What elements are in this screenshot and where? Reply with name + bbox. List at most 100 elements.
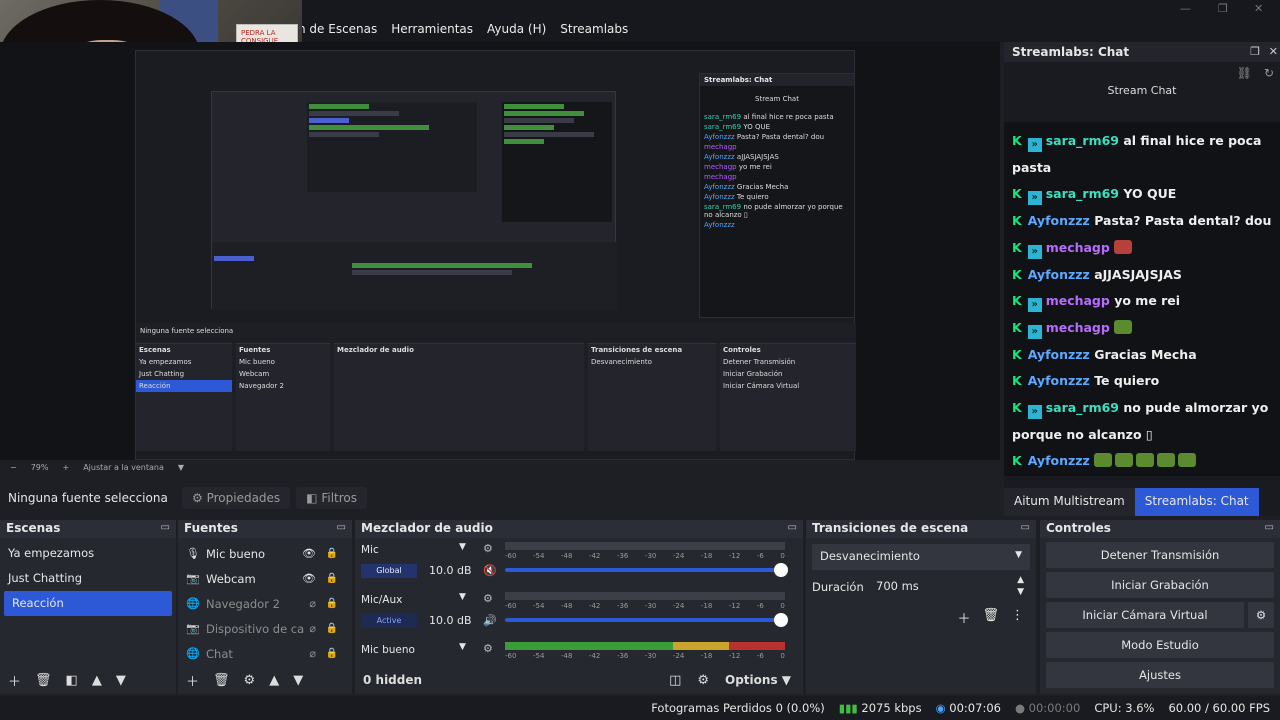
lock-icon[interactable]: 🔒 bbox=[326, 573, 338, 584]
dock-float-icon[interactable]: ▭ bbox=[161, 522, 170, 533]
start-virtual-camera-button[interactable]: Iniciar Cámara Virtual bbox=[1046, 602, 1244, 628]
menu-streamlabs[interactable]: Streamlabs bbox=[560, 22, 628, 36]
preview-canvas[interactable]: Streamlabs: Chat Stream Chat sara_rm69 a… bbox=[135, 50, 856, 460]
filters-button[interactable]: ◧ Filtros bbox=[296, 487, 367, 509]
chat-username[interactable]: sara_rm69 bbox=[1046, 133, 1119, 148]
float-dock-icon[interactable]: ❐ bbox=[1250, 45, 1260, 58]
zoom-minus-icon[interactable]: − bbox=[10, 463, 17, 472]
link-icon[interactable]: ⛓ bbox=[1237, 66, 1252, 80]
lock-icon[interactable]: 🔒 bbox=[326, 548, 338, 559]
close-dock-icon[interactable]: ✕ bbox=[1269, 45, 1278, 58]
source-item[interactable]: 📷 Webcam 👁 🔒 bbox=[178, 566, 352, 591]
add-icon[interactable]: ＋ bbox=[957, 608, 970, 627]
tick-label: -24 bbox=[672, 602, 685, 610]
volume-slider[interactable] bbox=[505, 563, 788, 577]
menu-tools[interactable]: Herramientas bbox=[391, 22, 473, 36]
virtual-camera-settings-icon[interactable]: ⚙ bbox=[1248, 602, 1274, 628]
add-icon[interactable]: ＋ bbox=[186, 671, 199, 690]
properties-button[interactable]: ⚙ Propiedades bbox=[182, 487, 291, 509]
volume-slider[interactable] bbox=[505, 613, 788, 627]
chat-username[interactable]: mechagp bbox=[1046, 240, 1110, 255]
source-item[interactable]: 📷 Dispositivo de ca ⌀ 🔒 bbox=[178, 616, 352, 641]
source-item[interactable]: 🌐 Navegador 2 ⌀ 🔒 bbox=[178, 591, 352, 616]
eye-hidden-icon[interactable]: ⌀ bbox=[309, 622, 316, 635]
source-item[interactable]: 🌐 Chat ⌀ 🔒 bbox=[178, 641, 352, 666]
chat-message: K » mechagp yo me rei bbox=[1012, 288, 1272, 315]
zoom-dropdown-icon[interactable]: ▼ bbox=[178, 463, 184, 472]
dock-float-icon[interactable]: ▭ bbox=[788, 522, 797, 533]
arrow-down-icon[interactable]: ▼ bbox=[116, 673, 126, 688]
lock-icon[interactable]: 🔒 bbox=[326, 648, 338, 659]
close-window-icon[interactable]: ✕ bbox=[1254, 2, 1263, 15]
menu-help[interactable]: Ayuda (H) bbox=[487, 22, 546, 36]
chat-username[interactable]: sara_rm69 bbox=[1046, 186, 1119, 201]
chat-username[interactable]: Ayfonzzz bbox=[1028, 267, 1090, 282]
speaker-icon[interactable]: 🔊 bbox=[483, 614, 497, 627]
scene-item-selected[interactable]: Reacción bbox=[4, 591, 172, 616]
eye-hidden-icon[interactable]: ⌀ bbox=[309, 597, 316, 610]
arrow-down-icon[interactable]: ▼ bbox=[293, 673, 303, 688]
eye-hidden-icon[interactable]: ⌀ bbox=[309, 647, 316, 660]
chat-dock-titlebar: Streamlabs: Chat ❐ ✕ bbox=[1004, 42, 1280, 62]
advanced-audio-icon[interactable]: ⚙ bbox=[697, 673, 709, 688]
scene-item[interactable]: Ya empezamos bbox=[0, 541, 176, 566]
channel-dropdown-icon[interactable]: ▼ bbox=[459, 592, 466, 602]
trash-icon[interactable]: 🗑 bbox=[35, 673, 52, 688]
chat-username[interactable]: sara_rm69 bbox=[1046, 400, 1119, 415]
preview-area[interactable]: Streamlabs: Chat Stream Chat sara_rm69 a… bbox=[0, 42, 1000, 460]
layout-icon[interactable]: ◫ bbox=[669, 673, 681, 688]
minimize-icon[interactable]: — bbox=[1180, 2, 1191, 15]
tab-streamlabs-chat[interactable]: Streamlabs: Chat bbox=[1134, 488, 1259, 516]
nested-msg: Te quiero bbox=[736, 193, 769, 201]
lock-icon[interactable]: 🔒 bbox=[326, 598, 338, 609]
slider-handle[interactable] bbox=[774, 563, 788, 577]
channel-dropdown-icon[interactable]: ▼ bbox=[459, 642, 466, 652]
chat-username[interactable]: mechagp bbox=[1046, 320, 1110, 335]
channel-settings-icon[interactable]: ⚙ bbox=[483, 642, 493, 655]
nested-user: sara_rm69 bbox=[704, 123, 742, 131]
options-button[interactable]: Options ▼ bbox=[725, 673, 791, 687]
duration-spinbox[interactable]: 700 ms ▲ ▼ bbox=[868, 574, 1030, 600]
chat-username[interactable]: Ayfonzzz bbox=[1028, 213, 1090, 228]
settings-button[interactable]: Ajustes bbox=[1046, 662, 1274, 688]
dock-float-icon[interactable]: ▭ bbox=[1021, 522, 1030, 533]
spin-arrows-icon[interactable]: ▲ ▼ bbox=[1017, 574, 1024, 598]
nested-row: Ya empezamos bbox=[139, 358, 192, 366]
refresh-icon[interactable]: ↻ bbox=[1264, 66, 1274, 80]
studio-mode-button[interactable]: Modo Estudio bbox=[1046, 632, 1274, 658]
maximize-icon[interactable]: ❐ bbox=[1218, 2, 1228, 15]
filter-icon[interactable]: ◧ bbox=[66, 673, 78, 688]
trash-icon[interactable]: 🗑 bbox=[982, 608, 999, 627]
chat-username[interactable]: Ayfonzzz bbox=[1028, 373, 1090, 388]
transition-select[interactable]: Desvanecimiento ▼ bbox=[812, 544, 1030, 570]
menu-scenes[interactable]: n de Escenas bbox=[298, 22, 377, 36]
chat-messages[interactable]: K» sara_rm69 al final hice re poca pasta … bbox=[1004, 122, 1280, 476]
chat-username[interactable]: mechagp bbox=[1046, 293, 1110, 308]
muted-speaker-icon[interactable]: 🔇 bbox=[483, 564, 497, 577]
arrow-up-icon[interactable]: ▲ bbox=[269, 673, 279, 688]
add-icon[interactable]: ＋ bbox=[8, 671, 21, 690]
lock-icon[interactable]: 🔒 bbox=[326, 623, 338, 634]
channel-settings-icon[interactable]: ⚙ bbox=[483, 592, 493, 605]
eye-icon[interactable]: 👁 bbox=[302, 572, 316, 585]
scene-item[interactable]: Just Chatting bbox=[0, 566, 176, 591]
chat-username[interactable]: Ayfonzzz bbox=[1028, 347, 1090, 362]
source-item[interactable]: 🎙 Mic bueno 👁 🔒 bbox=[178, 541, 352, 566]
chat-username[interactable]: Ayfonzzz bbox=[1028, 453, 1090, 468]
slider-handle[interactable] bbox=[774, 613, 788, 627]
tab-aitum-multistream[interactable]: Aitum Multistream bbox=[1004, 488, 1135, 516]
hidden-count[interactable]: 0 hidden bbox=[363, 673, 422, 687]
stop-streaming-button[interactable]: Detener Transmisión bbox=[1046, 542, 1274, 568]
gear-icon[interactable]: ⚙ bbox=[244, 673, 256, 688]
eye-icon[interactable]: 👁 bbox=[302, 547, 316, 560]
dock-float-icon[interactable]: ▭ bbox=[1265, 522, 1274, 533]
zoom-fit-label[interactable]: Ajustar a la ventana bbox=[83, 463, 164, 472]
zoom-plus-icon[interactable]: + bbox=[62, 463, 69, 472]
trash-icon[interactable]: 🗑 bbox=[213, 673, 230, 688]
channel-settings-icon[interactable]: ⚙ bbox=[483, 542, 493, 555]
dock-float-icon[interactable]: ▭ bbox=[337, 522, 346, 533]
more-icon[interactable]: ⋮ bbox=[1011, 608, 1024, 627]
start-recording-button[interactable]: Iniciar Grabación bbox=[1046, 572, 1274, 598]
channel-dropdown-icon[interactable]: ▼ bbox=[459, 542, 466, 552]
arrow-up-icon[interactable]: ▲ bbox=[92, 673, 102, 688]
